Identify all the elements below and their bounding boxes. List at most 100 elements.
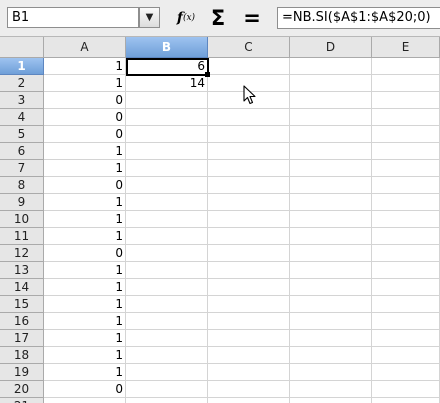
column-header-a[interactable]: A [44, 37, 126, 58]
row-header[interactable]: 16 [0, 313, 44, 330]
cell-a5[interactable]: 0 [44, 126, 126, 143]
cell-d3[interactable] [290, 92, 372, 109]
cell-d21[interactable] [290, 398, 372, 403]
cell-b14[interactable] [126, 279, 208, 296]
cell-a12[interactable]: 0 [44, 245, 126, 262]
cell-c21[interactable] [208, 398, 290, 403]
cell-c7[interactable] [208, 160, 290, 177]
cell-a18[interactable]: 1 [44, 347, 126, 364]
cell-d11[interactable] [290, 228, 372, 245]
cell-d9[interactable] [290, 194, 372, 211]
row-header[interactable]: 11 [0, 228, 44, 245]
cell-a1[interactable]: 1 [44, 58, 126, 75]
spreadsheet-grid[interactable]: A B C D E 1 1 6 2 1 14 3 0 4 0 5 0 6 1 7 1 8 0 9 1 10 1 11 1 12 0… [0, 37, 440, 403]
cell-d1[interactable] [290, 58, 372, 75]
cell-c17[interactable] [208, 330, 290, 347]
cell-d10[interactable] [290, 211, 372, 228]
cell-a16[interactable]: 1 [44, 313, 126, 330]
cell-b15[interactable] [126, 296, 208, 313]
cell-d19[interactable] [290, 364, 372, 381]
cell-c13[interactable] [208, 262, 290, 279]
row-header[interactable]: 20 [0, 381, 44, 398]
cell-c15[interactable] [208, 296, 290, 313]
cell-a7[interactable]: 1 [44, 160, 126, 177]
cell-a3[interactable]: 0 [44, 92, 126, 109]
cell-d14[interactable] [290, 279, 372, 296]
function-wizard-icon[interactable]: f (x) [174, 6, 198, 30]
cell-e13[interactable] [372, 262, 440, 279]
cell-e14[interactable] [372, 279, 440, 296]
cell-c4[interactable] [208, 109, 290, 126]
cell-b5[interactable] [126, 126, 208, 143]
row-header[interactable]: 8 [0, 177, 44, 194]
cell-a13[interactable]: 1 [44, 262, 126, 279]
cell-a20[interactable]: 0 [44, 381, 126, 398]
cell-e20[interactable] [372, 381, 440, 398]
column-header-d[interactable]: D [290, 37, 372, 58]
cell-d20[interactable] [290, 381, 372, 398]
cell-a19[interactable]: 1 [44, 364, 126, 381]
row-header[interactable]: 14 [0, 279, 44, 296]
sum-icon[interactable]: Σ [206, 6, 230, 30]
cell-b18[interactable] [126, 347, 208, 364]
cell-b3[interactable] [126, 92, 208, 109]
cell-b13[interactable] [126, 262, 208, 279]
cell-c6[interactable] [208, 143, 290, 160]
cell-a9[interactable]: 1 [44, 194, 126, 211]
cell-a14[interactable]: 1 [44, 279, 126, 296]
formula-input[interactable]: =NB.SI($A$1:$A$20;0) [277, 7, 440, 29]
cell-e1[interactable] [372, 58, 440, 75]
cell-d7[interactable] [290, 160, 372, 177]
cell-b21[interactable] [126, 398, 208, 403]
cell-b1[interactable]: 6 [126, 58, 208, 75]
column-header-b[interactable]: B [126, 37, 208, 58]
row-header[interactable]: 7 [0, 160, 44, 177]
cell-e8[interactable] [372, 177, 440, 194]
cell-c16[interactable] [208, 313, 290, 330]
cell-d18[interactable] [290, 347, 372, 364]
cell-b8[interactable] [126, 177, 208, 194]
cell-a10[interactable]: 1 [44, 211, 126, 228]
fill-handle[interactable] [205, 72, 210, 77]
cell-c20[interactable] [208, 381, 290, 398]
cell-e17[interactable] [372, 330, 440, 347]
cell-a21[interactable] [44, 398, 126, 403]
cell-a4[interactable]: 0 [44, 109, 126, 126]
cell-c11[interactable] [208, 228, 290, 245]
row-header[interactable]: 9 [0, 194, 44, 211]
cell-b7[interactable] [126, 160, 208, 177]
cell-c10[interactable] [208, 211, 290, 228]
cell-b12[interactable] [126, 245, 208, 262]
cell-d4[interactable] [290, 109, 372, 126]
cell-c19[interactable] [208, 364, 290, 381]
cell-a15[interactable]: 1 [44, 296, 126, 313]
cell-b11[interactable] [126, 228, 208, 245]
cell-d12[interactable] [290, 245, 372, 262]
cell-b9[interactable] [126, 194, 208, 211]
cell-b2[interactable]: 14 [126, 75, 208, 92]
cell-d17[interactable] [290, 330, 372, 347]
cell-d6[interactable] [290, 143, 372, 160]
cell-e16[interactable] [372, 313, 440, 330]
row-header[interactable]: 3 [0, 92, 44, 109]
cell-d16[interactable] [290, 313, 372, 330]
cell-e19[interactable] [372, 364, 440, 381]
equals-icon[interactable]: = [240, 6, 264, 30]
cell-a11[interactable]: 1 [44, 228, 126, 245]
row-header[interactable]: 5 [0, 126, 44, 143]
cell-e3[interactable] [372, 92, 440, 109]
chevron-down-icon[interactable]: ▼ [139, 7, 160, 28]
cell-c9[interactable] [208, 194, 290, 211]
cell-a6[interactable]: 1 [44, 143, 126, 160]
cell-b10[interactable] [126, 211, 208, 228]
row-header[interactable]: 6 [0, 143, 44, 160]
cell-e9[interactable] [372, 194, 440, 211]
cell-e10[interactable] [372, 211, 440, 228]
column-header-c[interactable]: C [208, 37, 290, 58]
cell-d5[interactable] [290, 126, 372, 143]
cell-b20[interactable] [126, 381, 208, 398]
name-box[interactable]: B1 [7, 7, 139, 28]
cell-b16[interactable] [126, 313, 208, 330]
cell-e21[interactable] [372, 398, 440, 403]
row-header[interactable]: 4 [0, 109, 44, 126]
